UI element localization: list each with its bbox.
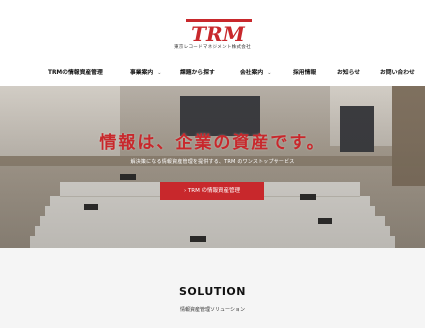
section-subtitle: 情報資産管理ソリューション <box>180 307 245 313</box>
nav-label: 会社案内 <box>240 70 264 76</box>
nav-item-asset-management[interactable]: TRMの情報資産管理 <box>48 67 103 76</box>
hero-overlay <box>0 86 425 248</box>
nav-label: 事業案内 <box>130 70 154 76</box>
nav-item-by-issue[interactable]: 課題から探す <box>180 67 215 76</box>
hero-section: 情報は、企業の資産です。 解決策になる情報資産管理を提供する、TRM のワンスト… <box>0 86 425 248</box>
company-name: 東京レコードマネジメント株式会社 <box>174 45 251 50</box>
nav-item-contact[interactable]: お問い合わせ <box>380 67 415 76</box>
section-title: SOLUTION <box>179 285 246 298</box>
nav-label: TRMの情報資産管理 <box>48 70 103 76</box>
nav-item-services[interactable]: 事業案内 ⌄ <box>130 67 161 76</box>
logo-text: TRM <box>191 22 246 44</box>
hero-title: 情報は、企業の資産です。 <box>99 133 326 153</box>
nav-item-company[interactable]: 会社案内 ⌄ <box>240 67 271 76</box>
trm-logo[interactable]: TRM <box>180 18 256 44</box>
nav-label: 採用情報 <box>293 70 317 76</box>
chevron-down-icon: ⌄ <box>157 70 162 76</box>
site-header: TRM 東京レコードマネジメント株式会社 TRMの情報資産管理 事業案内 ⌄ 課… <box>0 0 425 88</box>
hero-subtitle: 解決策になる情報資産管理を提供する、TRM のワンストップサービス <box>130 159 295 165</box>
nav-label: 課題から探す <box>180 70 215 76</box>
nav-label: お知らせ <box>337 70 361 76</box>
chevron-down-icon: ⌄ <box>267 70 272 76</box>
solution-section: SOLUTION 情報資産管理ソリューション <box>0 248 425 328</box>
nav-item-recruit[interactable]: 採用情報 <box>293 67 316 76</box>
nav-label: お問い合わせ <box>380 70 415 76</box>
main-nav: TRMの情報資産管理 事業案内 ⌄ 課題から探す 会社案内 ⌄ 採用情報 お知ら… <box>0 67 425 79</box>
nav-item-news[interactable]: お知らせ <box>337 67 360 76</box>
page: TRM 東京レコードマネジメント株式会社 TRMの情報資産管理 事業案内 ⌄ 課… <box>0 0 425 328</box>
hero-cta-button[interactable]: › TRM の情報資産管理 <box>160 182 264 200</box>
